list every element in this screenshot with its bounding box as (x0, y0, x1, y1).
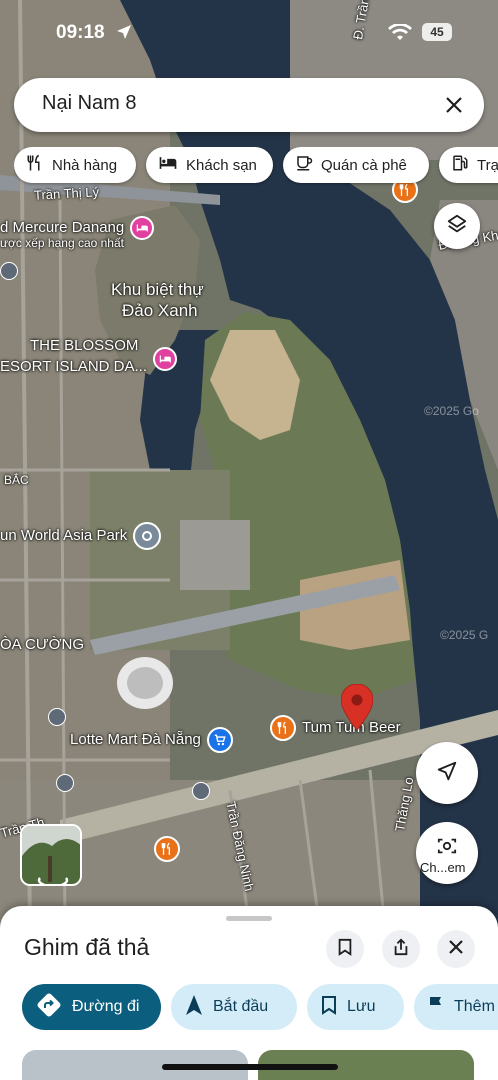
chip-label: Trạ (477, 156, 498, 174)
navigation-arrow-icon (436, 760, 458, 787)
chip-gas-stations[interactable]: Trạ (439, 147, 498, 183)
street-view-thumbnail[interactable] (20, 824, 82, 886)
chip-hotels[interactable]: Khách sạn (146, 147, 273, 183)
mercure-sublabel: ược xếp hạng cao nhất (0, 236, 124, 250)
bed-icon (158, 154, 178, 176)
action-label: Đường đi (72, 998, 140, 1015)
category-chips: Nhà hàng Khách sạn Quán cà phê Trạ (14, 147, 498, 187)
blossom-label-2: ESORT ISLAND DA... (0, 358, 147, 375)
drag-handle[interactable] (226, 916, 272, 921)
search-box[interactable]: Nại Nam 8 (14, 78, 484, 132)
close-icon (448, 939, 464, 960)
chip-cafes[interactable]: Quán cà phê (283, 147, 429, 183)
fork-knife-icon (26, 154, 44, 176)
status-bar: 09:18 45 (0, 0, 498, 60)
layers-icon (446, 213, 468, 240)
close-sheet-button[interactable] (437, 930, 475, 968)
chip-label: Khách sạn (186, 156, 257, 174)
poi-tum-tum-beer[interactable]: Tum Tum Beer (270, 715, 401, 741)
location-arrow-icon (116, 24, 132, 45)
fork-knife-icon[interactable] (154, 836, 180, 862)
hotel-icon (153, 347, 177, 371)
bookmark-icon (321, 995, 337, 1020)
chip-label: Quán cà phê (321, 156, 407, 174)
copyright-watermark: ©2025 G (440, 628, 489, 642)
poi-lotte-mart[interactable]: Lotte Mart Đà Nẵng (70, 727, 233, 753)
directions-icon (36, 992, 62, 1023)
navigation-icon (185, 994, 203, 1021)
save-button[interactable]: Lưu (307, 984, 404, 1030)
action-label: Thêm (454, 998, 495, 1015)
fork-knife-icon (270, 715, 296, 741)
battery-icon: 45 (422, 23, 452, 41)
district-label-bac: BẮC (4, 473, 29, 487)
poi-blossom[interactable]: ESORT ISLAND DA... (0, 342, 177, 376)
district-label-hoa-cuong: ÒA CƯỜNG (0, 636, 85, 653)
my-location-button[interactable] (416, 742, 478, 804)
bus-stop-icon (48, 708, 66, 726)
home-indicator (162, 1064, 338, 1070)
shopping-cart-icon (206, 727, 233, 753)
poi-asia-park[interactable]: un World Asia Park (0, 522, 162, 550)
save-icon-button[interactable] (326, 930, 364, 968)
wifi-icon (388, 23, 412, 47)
action-label: Lưu (347, 998, 376, 1015)
bus-stop-icon (56, 774, 74, 792)
status-time: 09:18 (56, 22, 105, 43)
action-buttons: Đường đi Bắt đầu Lưu Thêm (22, 984, 498, 1030)
khu-biet-thu-label-1: Khu biệt thự (111, 280, 204, 299)
search-query[interactable]: Nại Nam 8 (42, 92, 136, 115)
place-bottom-sheet[interactable]: Ghim đã thả Đường đi Bắt đầu Lưu Thêm (0, 906, 498, 1080)
start-button[interactable]: Bắt đầu (171, 984, 297, 1030)
bookmark-icon (337, 938, 353, 961)
share-icon (392, 938, 410, 961)
action-label: Bắt đầu (213, 998, 269, 1015)
sheet-title: Ghim đã thả (24, 934, 150, 960)
more-button[interactable]: Thêm (414, 984, 498, 1030)
coffee-cup-icon (295, 154, 313, 176)
chip-label: Nhà hàng (52, 156, 118, 174)
share-button[interactable] (382, 930, 420, 968)
camera-lens-icon (436, 836, 458, 861)
hotel-icon (130, 216, 155, 240)
asia-park-label: un World Asia Park (0, 527, 128, 544)
bus-stop-icon (192, 782, 210, 800)
close-icon[interactable] (440, 91, 468, 119)
lens-button[interactable]: Ch...em (416, 822, 478, 884)
landmark-icon (133, 522, 162, 550)
directions-button[interactable]: Đường đi (22, 984, 161, 1030)
copyright-watermark: ©2025 Go (424, 404, 479, 418)
flag-icon (428, 995, 444, 1020)
chip-restaurants[interactable]: Nhà hàng (14, 147, 136, 183)
lens-label: Ch...em (420, 860, 466, 875)
dropped-pin-icon[interactable] (340, 683, 374, 731)
lotte-label: Lotte Mart Đà Nẵng (70, 731, 201, 748)
gas-station-icon (451, 154, 469, 176)
layers-button[interactable] (434, 203, 480, 249)
bus-stop-icon (0, 262, 18, 280)
khu-biet-thu-label-2: Đảo Xanh (122, 301, 198, 320)
